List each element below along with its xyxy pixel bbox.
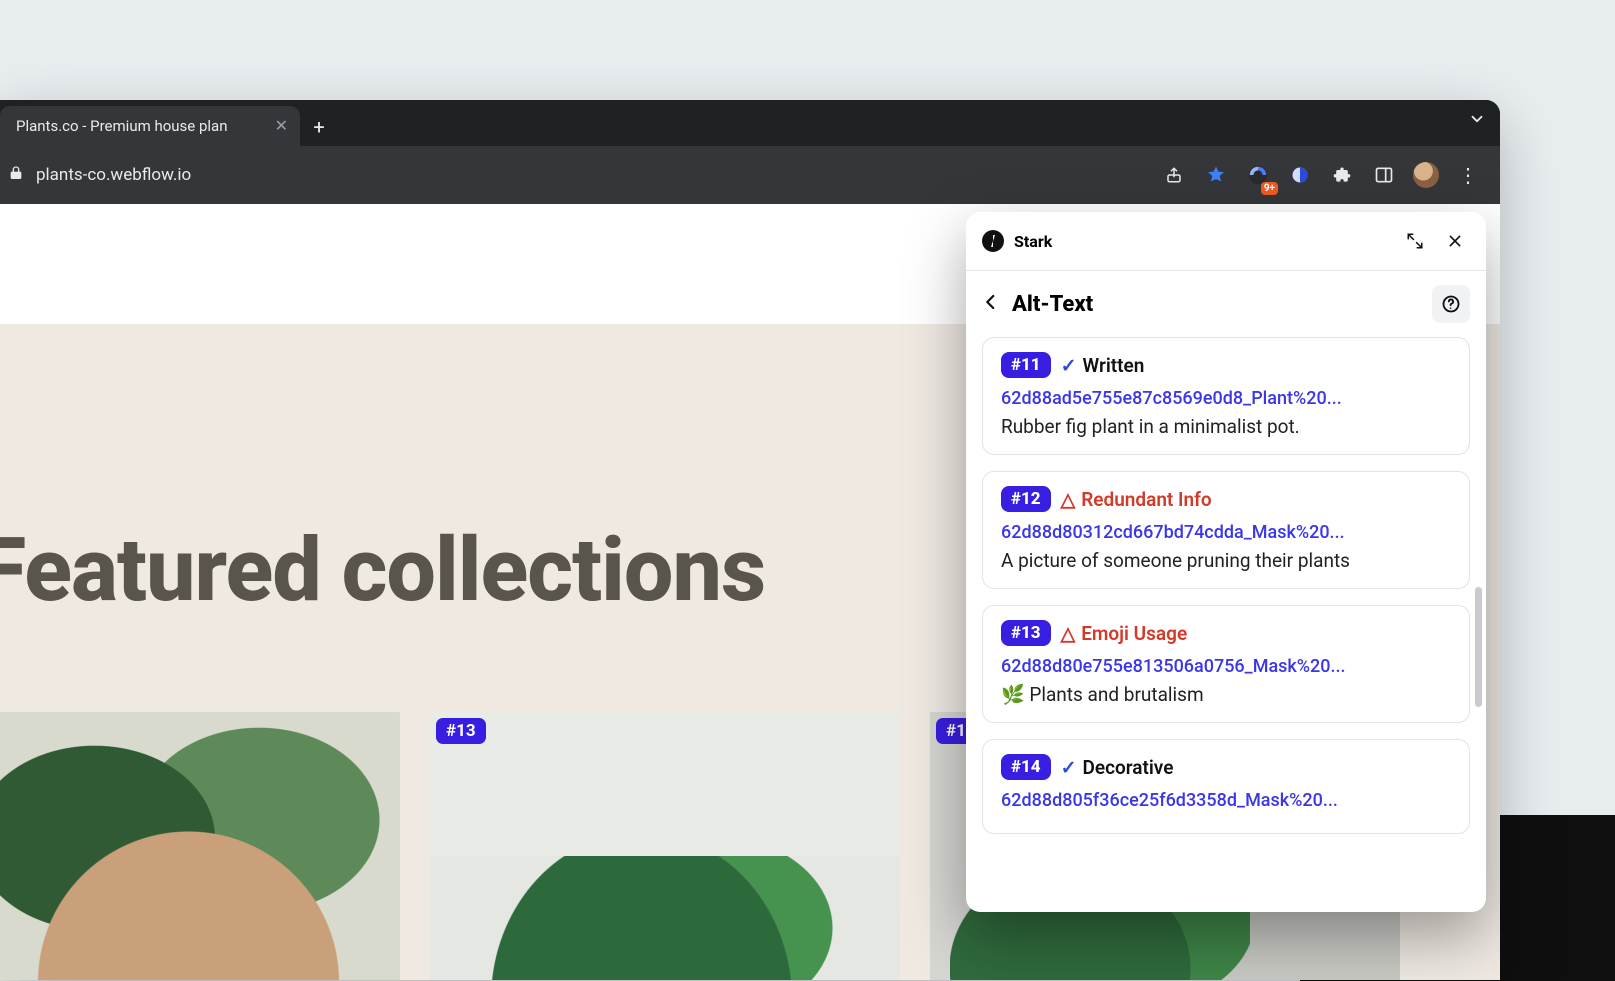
file-link[interactable]: 62d88d80e755e813506a0756_Mask%20... (1001, 656, 1451, 677)
address-bar: plants-co.webflow.io 9+ (0, 146, 1500, 204)
minimize-icon[interactable] (1400, 226, 1430, 256)
alt-text-item[interactable]: #11 ✓ Written 62d88ad5e755e87c8569e0d8_P… (982, 337, 1470, 455)
close-panel-icon[interactable] (1440, 226, 1470, 256)
stark-header: Stark (966, 212, 1486, 271)
overlay-badge-13[interactable]: #13 (436, 718, 486, 744)
file-link[interactable]: 62d88d80312cd667bd74cdda_Mask%20... (1001, 522, 1451, 543)
status-check-icon: ✓ (1061, 354, 1077, 377)
collection-card-1[interactable]: #12 (0, 712, 400, 980)
url-text: plants-co.webflow.io (36, 165, 191, 185)
file-link[interactable]: 62d88ad5e755e87c8569e0d8_Plant%20... (1001, 388, 1451, 409)
address-right: 9+ ⋮ (1160, 161, 1488, 189)
item-chip: #12 (1001, 486, 1051, 512)
extension-badge: 9+ (1261, 182, 1278, 195)
item-chip: #14 (1001, 754, 1051, 780)
alt-text-item[interactable]: #14 ✓ Decorative 62d88d805f36ce25f6d3358… (982, 739, 1470, 834)
status-warning-icon: △ (1061, 488, 1076, 511)
extension-contrast-icon[interactable] (1286, 161, 1314, 189)
stark-panel: Stark Alt-Text (966, 212, 1486, 912)
back-icon[interactable] (982, 292, 1000, 316)
file-link[interactable]: 62d88d805f36ce25f6d3358d_Mask%20... (1001, 790, 1451, 811)
browser-window: Plants.co - Premium house plan ✕ + plant… (0, 100, 1500, 980)
browser-tab-active[interactable]: Plants.co - Premium house plan ✕ (0, 106, 300, 146)
alt-text-item[interactable]: #12 △ Redundant Info 62d88d80312cd667bd7… (982, 471, 1470, 589)
profile-avatar[interactable] (1412, 161, 1440, 189)
close-tab-icon[interactable]: ✕ (275, 118, 288, 134)
collection-card-2[interactable]: #13 (430, 712, 900, 980)
alt-text-value: Rubber fig plant in a minimalist pot. (1001, 415, 1451, 438)
kebab-menu-icon[interactable]: ⋮ (1454, 161, 1482, 189)
status-warning-icon: △ (1061, 622, 1076, 645)
alt-text-item[interactable]: #13 △ Emoji Usage 62d88d80e755e813506a07… (982, 605, 1470, 723)
tab-overflow-icon[interactable] (1468, 110, 1486, 133)
bookmark-star-icon[interactable] (1202, 161, 1230, 189)
tab-title: Plants.co - Premium house plan (16, 117, 265, 135)
page-heading: Featured collections (0, 519, 765, 622)
share-icon[interactable] (1160, 161, 1188, 189)
address-left[interactable]: plants-co.webflow.io (0, 165, 191, 185)
lock-icon (8, 165, 24, 185)
status-badge: ✓ Decorative (1061, 756, 1174, 779)
status-label: Emoji Usage (1081, 622, 1187, 645)
stark-subheader: Alt-Text (966, 271, 1486, 337)
status-label: Decorative (1083, 756, 1174, 779)
stark-logo-icon (982, 230, 1004, 252)
status-check-icon: ✓ (1061, 756, 1077, 779)
help-button[interactable] (1432, 285, 1470, 323)
new-tab-button[interactable]: + (300, 108, 338, 146)
alt-text-value: 🌿 Plants and brutalism (1001, 683, 1451, 706)
extension-stark-icon[interactable]: 9+ (1244, 161, 1272, 189)
status-label: Redundant Info (1081, 488, 1211, 511)
tab-strip: Plants.co - Premium house plan ✕ + (0, 100, 1500, 146)
item-chip: #11 (1001, 352, 1051, 378)
alt-text-value: A picture of someone pruning their plant… (1001, 549, 1451, 572)
stark-subheader-title: Alt-Text (1012, 292, 1093, 317)
status-badge: △ Redundant Info (1061, 488, 1212, 511)
item-chip: #13 (1001, 620, 1051, 646)
stage: Plants.co - Premium house plan ✕ + plant… (0, 0, 1615, 981)
scrollbar-thumb[interactable] (1475, 587, 1482, 707)
stark-list[interactable]: #11 ✓ Written 62d88ad5e755e87c8569e0d8_P… (966, 337, 1486, 912)
status-badge: ✓ Written (1061, 354, 1145, 377)
avatar-image (1413, 162, 1439, 188)
status-badge: △ Emoji Usage (1061, 622, 1188, 645)
stark-brand: Stark (1014, 232, 1052, 251)
extensions-puzzle-icon[interactable] (1328, 161, 1356, 189)
side-panel-icon[interactable] (1370, 161, 1398, 189)
status-label: Written (1083, 354, 1145, 377)
